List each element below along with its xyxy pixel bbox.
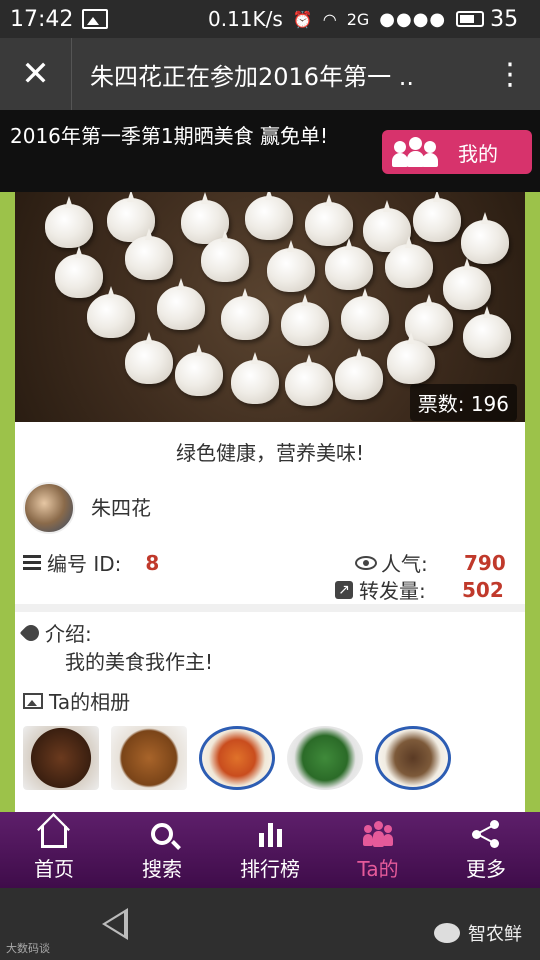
watermark-right-text: 智农鲜 [468,924,522,945]
wechat-icon [434,923,460,943]
shares-value: 502 [462,577,504,602]
page-title: 朱四花正在参加2016年第一 .. [90,62,414,91]
intro-text: 我的美食我作主! [65,650,214,674]
eye-icon [355,555,377,570]
entry-slogan: 绿色健康，营养美味! [175,441,365,465]
close-icon: ✕ [21,54,50,94]
votes-badge: 票数: 196 [409,384,517,421]
more-menu-button[interactable]: ⋮ [480,38,540,110]
nav-search-label: 搜索 [142,856,182,881]
share-arrow-icon: ↗ [335,580,353,599]
id-value: 8 [145,550,160,575]
my-button[interactable]: 我的 [382,130,532,174]
album-photo[interactable] [199,726,275,790]
network-speed: 0.11K/s [208,7,283,31]
my-button-label: 我的 [458,141,498,166]
popularity-label: 人气: [381,552,428,576]
bottom-navigation: 首页 搜索 排行榜 Ta的 更多 [0,812,540,888]
search-icon [151,822,173,845]
image-notification-icon [82,9,108,29]
entry-id-row: 编号 ID: 8 [23,548,159,577]
title-bar: ✕ 朱四花正在参加2016年第一 .. ⋮ [0,38,540,110]
section-divider [15,604,525,612]
ranking-icon [258,821,282,847]
watermark-right: 智农鲜 [434,920,522,946]
entry-card: 票数: 196 绿色健康，营养美味! 朱四花 编号 ID: 8 人气: 790 … [15,192,525,812]
people-icon [363,820,393,847]
nav-home[interactable]: 首页 [0,812,108,888]
system-navigation-bar: 大数码谈 智农鲜 [0,888,540,960]
back-icon[interactable] [102,908,128,940]
nav-ranking-label: 排行榜 [240,856,300,881]
status-bar: 17:42 0.11K/s ⏰ ◠ 2G ●●●● 35 [0,0,540,38]
nav-ranking[interactable]: 排行榜 [216,812,324,888]
banner-text: 2016年第一季第1期晒美食 赢免单! [10,124,328,148]
nav-search[interactable]: 搜索 [108,812,216,888]
alarm-icon: ⏰ [292,9,313,29]
status-time: 17:42 [10,6,74,32]
author-name: 朱四花 [91,496,151,520]
signal-2g-label: 2G [346,9,370,29]
watermark-left: 大数码谈 [6,942,50,955]
intro-heading: 介绍: [19,618,92,647]
battery-icon [456,11,485,27]
album-photo[interactable] [287,726,363,790]
shares-stat: ↗ 转发量: 502 [335,575,504,604]
signal-dots: ●●●● [379,8,447,30]
album-photo[interactable] [375,726,451,790]
popularity-value: 790 [464,550,506,575]
status-icons: ⏰ ◠ 2G ●●●● [292,8,485,30]
avatar[interactable] [23,482,75,534]
close-button[interactable]: ✕ [0,38,72,110]
more-vertical-icon: ⋮ [495,56,525,92]
battery-level: 35 [490,6,519,32]
share-icon [472,819,500,848]
campaign-banner: 2016年第一季第1期晒美食 赢免单! 我的 [0,110,540,192]
tag-icon [19,621,43,644]
people-icon [392,137,438,167]
nav-mine-label: Ta的 [357,856,399,881]
nav-home-label: 首页 [34,856,74,881]
album-heading: Ta的相册 [23,686,130,715]
nav-more[interactable]: 更多 [432,812,540,888]
image-icon [23,692,43,709]
album-label: Ta的相册 [49,690,131,714]
intro-label: 介绍: [45,622,92,646]
wifi-icon: ◠ [322,9,337,29]
id-label: 编号 ID: [47,552,122,576]
shares-label: 转发量: [359,579,426,603]
nav-mine[interactable]: Ta的 [324,812,432,888]
home-icon [41,825,67,848]
entry-photo[interactable]: 票数: 196 [15,192,525,422]
popularity-stat: 人气: 790 [355,548,506,577]
album-photo[interactable] [111,726,187,790]
list-icon [23,554,41,571]
nav-more-label: 更多 [466,856,506,881]
album-photo[interactable] [23,726,99,790]
